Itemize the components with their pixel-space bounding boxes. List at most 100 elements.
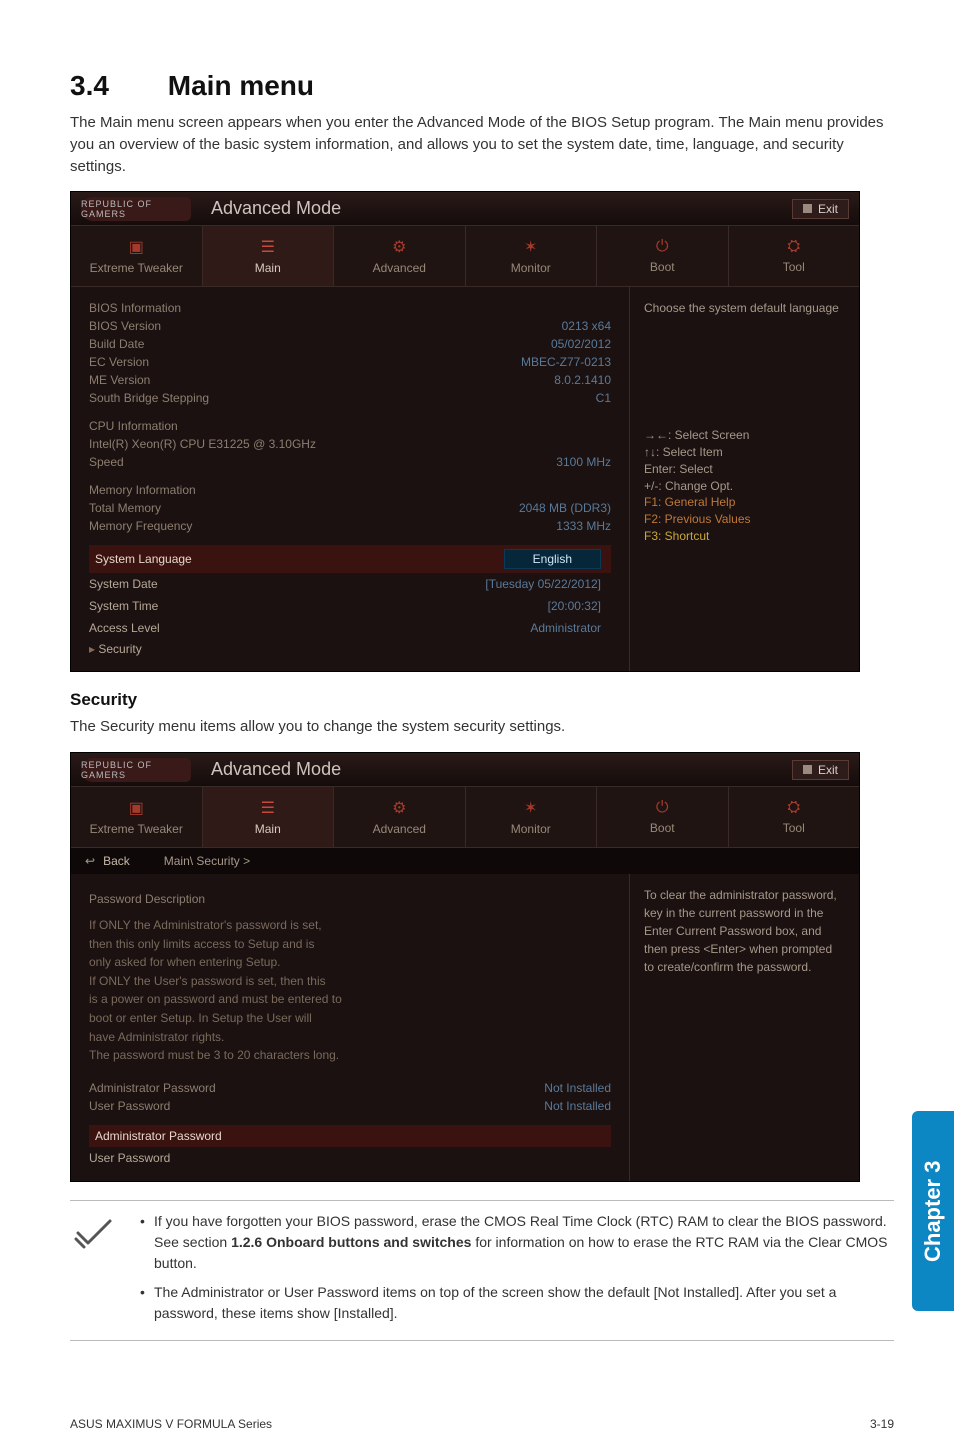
tab-main[interactable]: ☰ Main	[203, 226, 335, 286]
system-date-label: System Date	[89, 577, 158, 591]
tab-advanced[interactable]: ⚙ Advanced	[334, 787, 466, 847]
bios-main-screenshot: REPUBLIC OF GAMERS Advanced Mode Exit ▣ E…	[70, 191, 860, 672]
page-footer: ASUS MAXIMUS V FORMULA Series 3-19	[0, 1381, 954, 1431]
rog-badge: REPUBLIC OF GAMERS	[81, 197, 191, 221]
system-date-row[interactable]: System Date [Tuesday 05/22/2012]	[89, 573, 611, 595]
info-row: South Bridge SteppingC1	[89, 389, 611, 407]
tool-icon: ⛭	[787, 799, 800, 817]
tab-advanced[interactable]: ⚙ Advanced	[334, 226, 466, 286]
back-arrow-icon[interactable]: ↩	[85, 854, 95, 868]
tab-label: Advanced	[373, 261, 426, 275]
section-title-text: Main menu	[168, 70, 314, 101]
info-row: Intel(R) Xeon(R) CPU E31225 @ 3.10GHz	[89, 435, 611, 453]
tab-extreme-tweaker[interactable]: ▣ Extreme Tweaker	[71, 787, 203, 847]
tab-label: Advanced	[373, 822, 426, 836]
exit-icon	[803, 765, 812, 774]
list-icon: ☰	[261, 798, 275, 818]
access-level-row: Access Level Administrator	[89, 617, 611, 639]
help-text: To clear the administrator password, key…	[644, 886, 845, 976]
gear-icon: ⚙	[392, 237, 406, 257]
info-row: Build Date05/02/2012	[89, 335, 611, 353]
exit-button[interactable]: Exit	[792, 199, 849, 219]
system-language-row[interactable]: System Language English	[89, 545, 611, 573]
access-level-value: Administrator	[530, 621, 601, 635]
exit-label: Exit	[818, 763, 838, 777]
tab-tool[interactable]: ⛭ Tool	[729, 226, 860, 286]
desc-line: boot or enter Setup. In Setup the User w…	[89, 1009, 611, 1028]
desc-line: The password must be 3 to 20 characters …	[89, 1046, 611, 1065]
footer-page-number: 3-19	[870, 1417, 894, 1431]
tab-tool[interactable]: ⛭Tool	[729, 787, 860, 847]
system-language-label: System Language	[95, 552, 192, 566]
administrator-password-item[interactable]: Administrator Password	[89, 1125, 611, 1147]
tab-label: Monitor	[511, 822, 551, 836]
gear-icon: ⚙	[392, 798, 406, 818]
user-password-status: User Password Not Installed	[89, 1097, 611, 1115]
breadcrumb-path: Main\ Security >	[164, 854, 250, 868]
tab-bar: ▣ Extreme Tweaker ☰Main ⚙ Advanced ✶Monito…	[71, 787, 859, 848]
bios-security-screenshot: REPUBLIC OF GAMERS Advanced Mode Exit ▣ E…	[70, 752, 860, 1182]
tab-boot[interactable]: ⏻ Boot	[597, 226, 729, 286]
help-text: Choose the system default language	[644, 299, 845, 317]
desc-line: only asked for when entering Setup.	[89, 953, 611, 972]
system-time-value[interactable]: [20:00:32]	[548, 599, 601, 613]
tool-icon: ⛭	[787, 238, 800, 256]
tab-label: Monitor	[511, 261, 551, 275]
note-icon	[74, 1211, 118, 1332]
tab-extreme-tweaker[interactable]: ▣ Extreme Tweaker	[71, 226, 203, 286]
chip-icon: ▣	[129, 237, 144, 257]
exit-label: Exit	[818, 202, 838, 216]
tab-main[interactable]: ☰Main	[203, 787, 335, 847]
password-description-title: Password Description	[89, 892, 611, 906]
tab-label: Extreme Tweaker	[90, 261, 183, 275]
section-intro: The Main menu screen appears when you en…	[70, 112, 894, 177]
chip-icon: ▣	[129, 798, 144, 818]
chapter-side-tab: Chapter 3	[912, 1111, 954, 1311]
system-language-value[interactable]: English	[504, 549, 601, 569]
desc-line: If ONLY the User's password is set, then…	[89, 972, 611, 991]
back-label[interactable]: Back	[103, 854, 130, 868]
info-row: ME Version8.0.2.1410	[89, 371, 611, 389]
note-box: If you have forgotten your BIOS password…	[70, 1200, 894, 1341]
info-row: Speed3100 MHz	[89, 453, 611, 471]
security-submenu[interactable]: Security	[89, 639, 611, 659]
access-level-label: Access Level	[89, 621, 160, 635]
power-icon: ⏻	[656, 238, 669, 256]
section-number: 3.4	[70, 70, 160, 102]
tab-monitor[interactable]: ✶Monitor	[466, 787, 598, 847]
info-row: BIOS Version0213 x64	[89, 317, 611, 335]
tab-label: Extreme Tweaker	[90, 822, 183, 836]
info-row: Memory Frequency1333 MHz	[89, 517, 611, 535]
tab-label: Boot	[650, 821, 675, 835]
info-row: BIOS Information	[89, 299, 611, 317]
system-time-row[interactable]: System Time [20:00:32]	[89, 595, 611, 617]
info-row: CPU Information	[89, 417, 611, 435]
section-heading: 3.4 Main menu	[70, 70, 894, 102]
tab-label: Boot	[650, 260, 675, 274]
security-intro: The Security menu items allow you to cha…	[70, 716, 894, 738]
mode-title: Advanced Mode	[191, 198, 792, 219]
breadcrumb: ↩ Back Main\ Security >	[71, 848, 859, 874]
monitor-icon: ✶	[524, 237, 537, 257]
admin-password-status: Administrator Password Not Installed	[89, 1079, 611, 1097]
tab-label: Main	[255, 261, 281, 275]
tab-monitor[interactable]: ✶ Monitor	[466, 226, 598, 286]
list-icon: ☰	[261, 237, 275, 257]
tab-bar: ▣ Extreme Tweaker ☰ Main ⚙ Advanced ✶ Monito…	[71, 226, 859, 287]
power-icon: ⏻	[656, 799, 669, 817]
user-password-item[interactable]: User Password	[89, 1147, 611, 1169]
desc-line: then this only limits access to Setup an…	[89, 935, 611, 954]
desc-line: have Administrator rights.	[89, 1028, 611, 1047]
note-bullet-2: The Administrator or User Password items…	[136, 1282, 890, 1324]
security-heading: Security	[70, 690, 894, 710]
system-time-label: System Time	[89, 599, 158, 613]
exit-icon	[803, 204, 812, 213]
tab-label: Tool	[783, 260, 805, 274]
system-date-value[interactable]: [Tuesday 05/22/2012]	[485, 577, 601, 591]
info-row: Memory Information	[89, 481, 611, 499]
info-row: Total Memory2048 MB (DDR3)	[89, 499, 611, 517]
tab-boot[interactable]: ⏻ Boot	[597, 787, 729, 847]
exit-button[interactable]: Exit	[792, 760, 849, 780]
rog-badge: REPUBLIC OF GAMERS	[81, 758, 191, 782]
mode-title: Advanced Mode	[191, 759, 792, 780]
